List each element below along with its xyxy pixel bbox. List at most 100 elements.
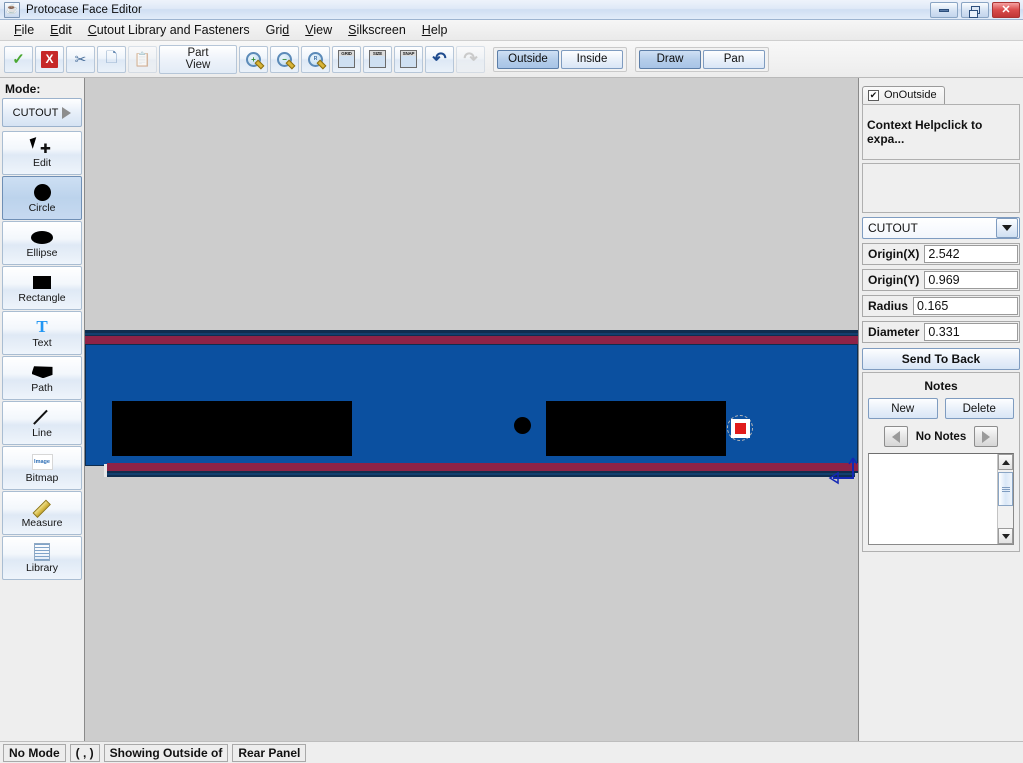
body-row: Mode: CUTOUT ✚ Edit Circle Ellipse Recta…: [0, 78, 1023, 741]
sidebar-item-label-library: Library: [25, 562, 59, 575]
grid-button[interactable]: GRID: [332, 45, 361, 73]
notes-panel: Notes New Delete No Notes: [862, 372, 1020, 552]
status-side: Showing Outside of: [103, 743, 229, 762]
tab-onoutside[interactable]: ✔ OnOutside: [862, 86, 945, 104]
sidebar-item-ellipse[interactable]: Ellipse: [2, 221, 82, 265]
scroll-down-button[interactable]: [998, 528, 1013, 544]
radius-field[interactable]: 0.165: [913, 297, 1018, 315]
part-view-label-1: Part: [187, 46, 209, 59]
onoutside-checkbox[interactable]: ✔: [868, 89, 879, 101]
sidebar-item-edit[interactable]: ✚ Edit: [2, 131, 82, 175]
new-note-button[interactable]: New: [868, 398, 938, 419]
selected-circle-handle[interactable]: [725, 413, 755, 443]
diameter-label: Diameter: [868, 325, 920, 339]
sidebar-item-line[interactable]: Line: [2, 401, 82, 445]
origin-x-field[interactable]: 2.542: [924, 245, 1018, 263]
zoom-out-button[interactable]: −: [270, 45, 299, 73]
size-button[interactable]: SIZE: [363, 45, 392, 73]
part-view-button[interactable]: Part View: [159, 44, 237, 74]
menu-help[interactable]: Help: [414, 21, 456, 39]
sidebar-item-library[interactable]: Library: [2, 536, 82, 580]
delete-note-button[interactable]: Delete: [944, 398, 1014, 419]
sidebar-item-rectangle[interactable]: Rectangle: [2, 266, 82, 310]
menu-edit[interactable]: Edit: [42, 21, 80, 39]
mode-value-label: CUTOUT: [12, 106, 59, 119]
diameter-field[interactable]: 0.331: [924, 323, 1018, 341]
maximize-button[interactable]: [961, 2, 989, 18]
cancel-button[interactable]: X: [35, 45, 64, 73]
menu-view[interactable]: View: [297, 21, 340, 39]
filled-ellipse-icon: [31, 227, 53, 247]
status-coords: ( , ): [69, 743, 100, 762]
notes-scrollbar[interactable]: [997, 454, 1013, 544]
circle-cutout-mid[interactable]: [514, 417, 531, 434]
notes-textarea[interactable]: [869, 454, 997, 544]
status-face: Rear Panel: [232, 743, 307, 762]
corner-resize-arrow[interactable]: [827, 456, 858, 486]
chevron-down-icon[interactable]: [996, 218, 1018, 238]
sidebar-item-measure[interactable]: Measure: [2, 491, 82, 535]
cut-button[interactable]: ✂: [66, 45, 95, 73]
next-note-button[interactable]: [974, 426, 999, 447]
tool-sidebar: Mode: CUTOUT ✚ Edit Circle Ellipse Recta…: [0, 78, 85, 741]
sidebar-item-label-edit: Edit: [32, 157, 52, 170]
prev-note-button[interactable]: [883, 426, 908, 447]
redo-button[interactable]: ↷: [456, 45, 485, 73]
selection-square-red[interactable]: [735, 423, 746, 434]
sidebar-item-label-text: Text: [32, 337, 52, 350]
draw-button[interactable]: Draw: [639, 49, 701, 69]
menu-file[interactable]: FFileile: [6, 21, 42, 39]
pan-button[interactable]: Pan: [703, 49, 765, 69]
accept-button[interactable]: ✓: [4, 45, 33, 73]
origin-x-label: Origin(X): [868, 247, 920, 261]
sidebar-item-path[interactable]: Path: [2, 356, 82, 400]
origin-x-row: Origin(X) 2.542: [862, 243, 1020, 265]
sidebar-item-circle[interactable]: Circle: [2, 176, 82, 220]
mode-caption: Mode:: [5, 82, 41, 96]
paste-button[interactable]: 📋: [128, 45, 157, 73]
notes-count-label: No Notes: [915, 430, 967, 443]
menu-grid[interactable]: Grid: [258, 21, 298, 39]
main-toolbar: ✓ X ✂ 🗋 📋 Part View + − R GRID SIZE SNAP…: [0, 41, 1023, 78]
diameter-row: Diameter 0.331: [862, 321, 1020, 343]
outside-button[interactable]: Outside: [497, 49, 559, 69]
origin-y-field[interactable]: 0.969: [924, 271, 1018, 289]
scroll-track[interactable]: [998, 470, 1013, 528]
sidebar-item-bitmap[interactable]: Image Bitmap: [2, 446, 82, 490]
scroll-thumb[interactable]: [998, 472, 1013, 506]
cursor-move-icon: ✚: [29, 137, 53, 157]
menu-silkscreen[interactable]: Silkscreen: [340, 21, 414, 39]
inside-button[interactable]: Inside: [561, 49, 623, 69]
sidebar-item-label-line: Line: [32, 427, 52, 440]
radius-row: Radius 0.165: [862, 295, 1020, 317]
snap-button[interactable]: SNAP: [394, 45, 423, 73]
rect-cutout-right[interactable]: [546, 401, 726, 456]
undo-button[interactable]: ↶: [425, 45, 454, 73]
shape-type-value: CUTOUT: [868, 221, 918, 235]
send-to-back-button[interactable]: Send To Back: [862, 348, 1020, 370]
properties-blank-area: [862, 163, 1020, 213]
zoom-reset-button[interactable]: R: [301, 45, 330, 73]
close-button[interactable]: ✕: [992, 2, 1020, 18]
sidebar-item-text[interactable]: T Text: [2, 311, 82, 355]
notes-textarea-wrap: [868, 453, 1014, 545]
notes-nav-row: No Notes: [868, 426, 1014, 447]
notes-title: Notes: [924, 379, 958, 393]
minimize-button[interactable]: [930, 2, 958, 18]
java-coffee-icon: ☕: [4, 1, 20, 18]
zoom-in-button[interactable]: +: [239, 45, 268, 73]
context-help-box[interactable]: Context Helpclick to expa...: [862, 104, 1020, 160]
tab-onoutside-label: OnOutside: [884, 89, 937, 101]
polygon-path-icon: [31, 362, 53, 382]
window-controls: ✕: [930, 2, 1020, 18]
drawing-canvas[interactable]: [85, 78, 858, 741]
properties-tab-row: ✔ OnOutside: [862, 82, 1020, 104]
shape-type-combo[interactable]: CUTOUT: [862, 217, 1020, 239]
copy-button[interactable]: 🗋: [97, 45, 126, 73]
menu-cutout-library[interactable]: Cutout Library and Fasteners: [80, 21, 258, 39]
rect-cutout-left[interactable]: [112, 401, 352, 456]
chevron-right-icon: [62, 106, 72, 119]
scroll-up-button[interactable]: [998, 454, 1013, 470]
mode-cutout-button[interactable]: CUTOUT: [2, 98, 82, 127]
properties-panel: ✔ OnOutside Context Helpclick to expa...…: [858, 78, 1023, 741]
